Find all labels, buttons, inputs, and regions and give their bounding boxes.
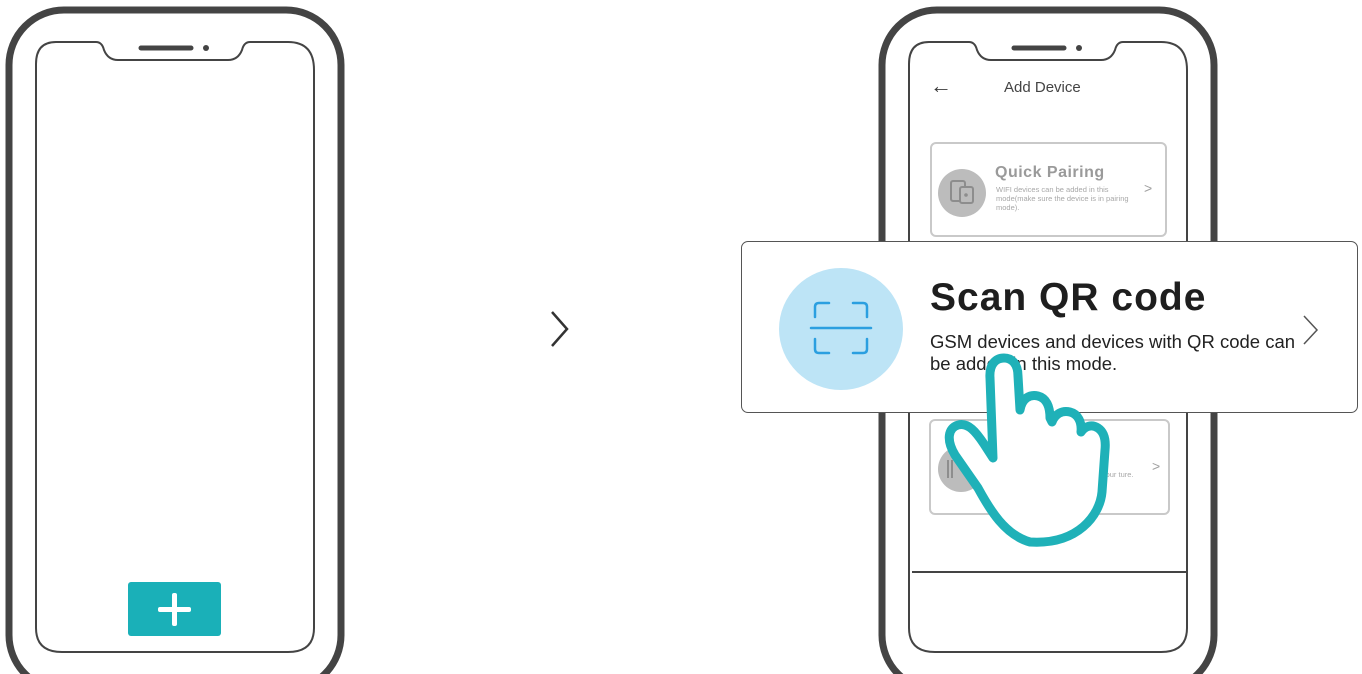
right-camera-icon (1076, 45, 1082, 51)
quick-pairing-icon (938, 169, 986, 217)
back-arrow-icon[interactable]: ← (930, 75, 952, 97)
quick-pairing-description: WIFI devices can be added in this mode(m… (996, 185, 1129, 212)
quick-pairing-chevron-icon: > (1144, 180, 1153, 196)
third-option-title: ng (1066, 449, 1087, 466)
quick-pairing-title: Quick Pairing (995, 164, 1105, 181)
left-camera-icon (203, 45, 209, 51)
third-option-chevron-icon: > (1152, 458, 1161, 474)
add-device-button[interactable] (128, 582, 221, 636)
scan-qr-title: Scan QR code (930, 276, 1207, 319)
scan-qr-description: GSM devices and devices with QR code can… (930, 331, 1296, 374)
third-option-icon (938, 446, 984, 492)
third-option-description: if your ture. (1096, 470, 1134, 479)
scan-frame-icon (809, 301, 873, 355)
scan-qr-chevron-icon (1303, 315, 1319, 345)
screen-title: Add Device (1004, 79, 1081, 96)
chevron-right-icon (551, 311, 569, 347)
left-phone (5, 6, 345, 674)
